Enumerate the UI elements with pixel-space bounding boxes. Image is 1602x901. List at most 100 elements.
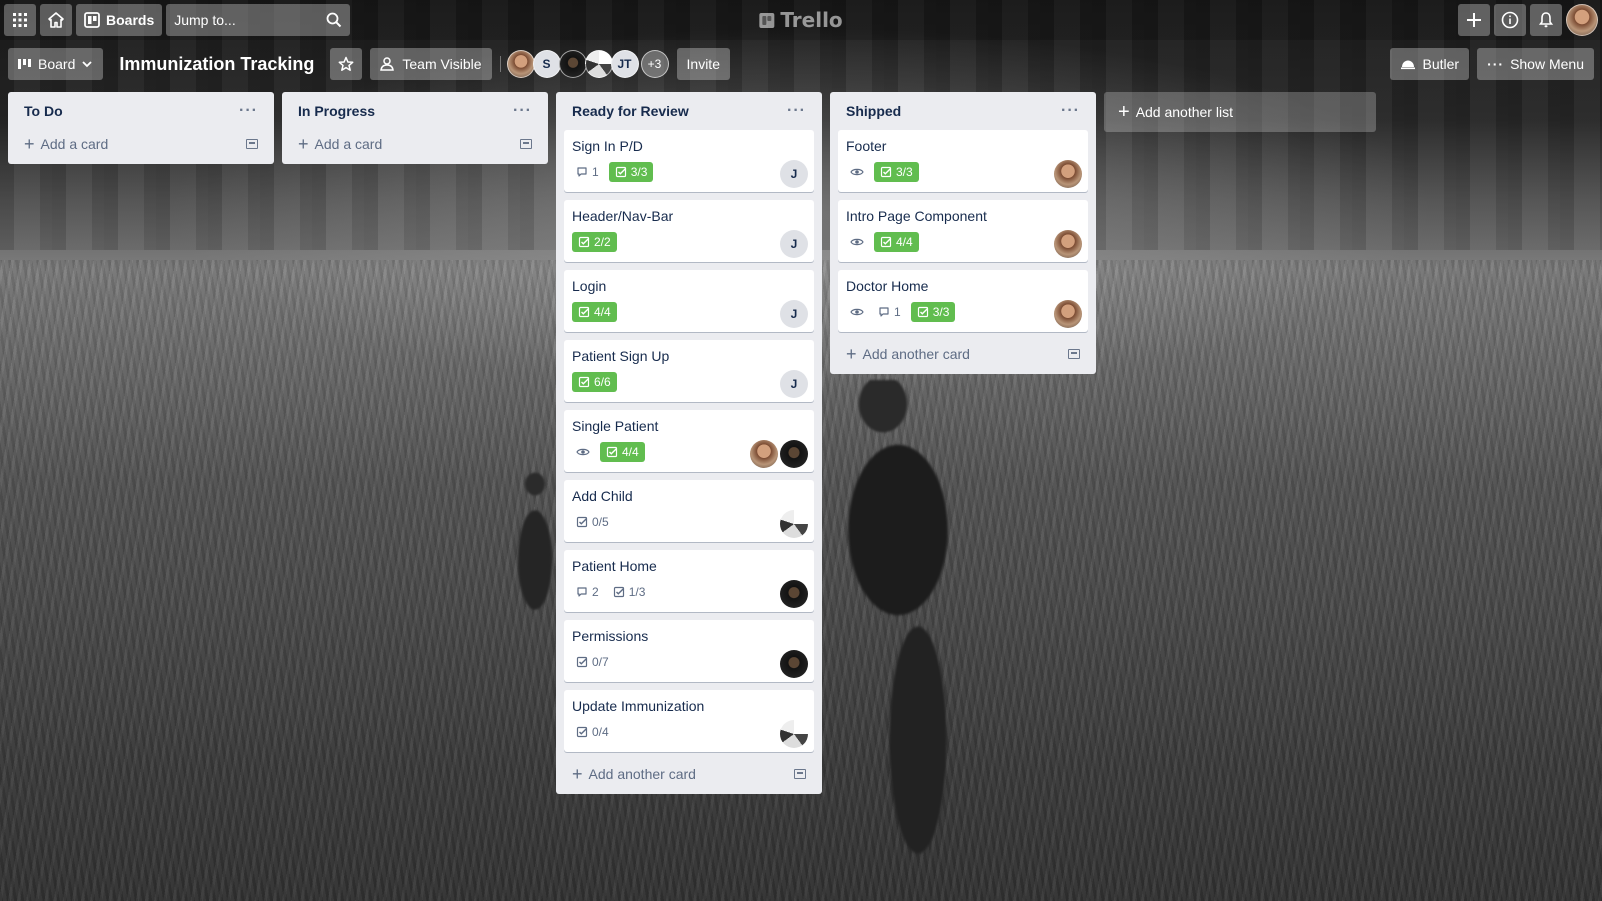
- card-template-icon[interactable]: [246, 139, 258, 149]
- list-header[interactable]: In Progress ···: [290, 92, 540, 130]
- card-badges: 2/2: [572, 230, 806, 254]
- member-avatar[interactable]: [558, 50, 587, 78]
- comments-count: 1: [894, 305, 901, 319]
- list-header[interactable]: Ready for Review ···: [564, 92, 814, 130]
- member-avatar[interactable]: [1054, 230, 1082, 258]
- add-card-button[interactable]: + Add another card: [564, 760, 814, 788]
- plus-icon: +: [1118, 100, 1130, 123]
- boards-button[interactable]: Boards: [76, 4, 163, 36]
- checklist-count: 1/3: [628, 585, 646, 599]
- list-title[interactable]: To Do: [24, 103, 63, 119]
- card[interactable]: Patient Home 2 1/3: [564, 550, 814, 612]
- add-card-label-wrap: + Add a card: [24, 134, 108, 155]
- invite-button[interactable]: Invite: [676, 48, 730, 80]
- card-title: Footer: [846, 138, 887, 154]
- add-card-label: Add another card: [862, 346, 970, 362]
- member-avatar[interactable]: J: [780, 230, 808, 258]
- add-card-label: Add a card: [314, 136, 383, 152]
- notifications-button[interactable]: [1530, 4, 1562, 36]
- card-template-icon[interactable]: [1068, 349, 1080, 359]
- card-badges: 3/3: [846, 160, 1080, 184]
- add-card-button[interactable]: + Add a card: [16, 130, 266, 158]
- star-board-button[interactable]: [330, 48, 363, 80]
- member-avatar[interactable]: S: [532, 50, 561, 78]
- list-menu-icon[interactable]: ···: [787, 102, 806, 120]
- list-title[interactable]: In Progress: [298, 103, 375, 119]
- jump-to-search[interactable]: Jump to...: [166, 4, 351, 36]
- member-avatar[interactable]: J: [780, 160, 808, 188]
- card[interactable]: Patient Sign Up 6/6 J: [564, 340, 814, 402]
- card[interactable]: Permissions 0/7: [564, 620, 814, 682]
- comments-badge: 2: [572, 582, 603, 602]
- member-avatar[interactable]: [750, 440, 778, 468]
- checklist-badge: 0/7: [572, 652, 613, 672]
- card-members: J: [780, 300, 808, 328]
- add-card-label: Add a card: [40, 136, 109, 152]
- checklist-badge: 6/6: [572, 372, 617, 392]
- card-badges: 1 3/3: [846, 300, 1080, 324]
- create-button[interactable]: [1458, 4, 1490, 36]
- add-list-button[interactable]: + Add another list: [1104, 92, 1376, 132]
- card[interactable]: Header/Nav-Bar 2/2 J: [564, 200, 814, 262]
- trello-logo[interactable]: Trello: [759, 8, 843, 32]
- member-avatar[interactable]: [780, 720, 808, 748]
- plus-icon: +: [846, 343, 857, 364]
- member-avatar[interactable]: [1054, 160, 1082, 188]
- list-header[interactable]: Shipped ···: [838, 92, 1088, 130]
- visibility-button[interactable]: Team Visible: [370, 48, 492, 80]
- comment-icon: [577, 587, 587, 597]
- member-avatar[interactable]: [1054, 300, 1082, 328]
- card-template-icon[interactable]: [520, 139, 532, 149]
- member-avatar[interactable]: J: [780, 300, 808, 328]
- more-members-button[interactable]: +3: [640, 50, 669, 78]
- list-menu-icon[interactable]: ···: [513, 102, 532, 120]
- list-title[interactable]: Ready for Review: [572, 103, 689, 119]
- member-avatar[interactable]: JT: [610, 50, 639, 78]
- add-card-label-wrap: + Add another card: [572, 764, 696, 785]
- card[interactable]: Update Immunization 0/4: [564, 690, 814, 752]
- checklist-icon: [917, 306, 928, 318]
- member-avatar[interactable]: [780, 440, 808, 468]
- member-avatar[interactable]: [780, 580, 808, 608]
- checklist-icon: [576, 656, 588, 668]
- add-card-button[interactable]: + Add a card: [290, 130, 540, 158]
- list-title[interactable]: Shipped: [846, 103, 901, 119]
- board-lists: To Do ··· + Add a card In Progress ··· + Add a …: [8, 92, 1376, 794]
- card[interactable]: Login 4/4 J: [564, 270, 814, 332]
- card[interactable]: Single Patient 4/4: [564, 410, 814, 472]
- board-title[interactable]: Immunization Tracking: [111, 54, 326, 75]
- checklist-icon: [576, 516, 588, 528]
- member-avatar[interactable]: J: [780, 370, 808, 398]
- add-card-button[interactable]: + Add another card: [838, 340, 1088, 368]
- member-avatar[interactable]: [780, 510, 808, 538]
- card[interactable]: Footer 3/3: [838, 130, 1088, 192]
- more-members-count: +3: [647, 57, 662, 71]
- butler-button[interactable]: Butler: [1390, 48, 1470, 80]
- member-avatar[interactable]: [780, 650, 808, 678]
- list: In Progress ··· + Add a card: [282, 92, 548, 164]
- card[interactable]: Doctor Home 1 3/3: [838, 270, 1088, 332]
- list-menu-icon[interactable]: ···: [1061, 102, 1080, 120]
- checklist-icon: [578, 376, 590, 388]
- information-button[interactable]: [1494, 4, 1526, 36]
- checklist-icon: [880, 236, 892, 248]
- search-icon: [326, 12, 342, 28]
- show-menu-button[interactable]: ··· Show Menu: [1477, 48, 1594, 80]
- card-badges: 6/6: [572, 370, 806, 394]
- user-avatar[interactable]: [1566, 4, 1598, 36]
- member-avatar[interactable]: [506, 50, 535, 78]
- list-header[interactable]: To Do ···: [16, 92, 266, 130]
- checklist-badge: 1/3: [609, 582, 650, 602]
- home-button[interactable]: [40, 4, 72, 36]
- team-icon: [380, 57, 395, 71]
- card[interactable]: Sign In P/D 1 3/3 J: [564, 130, 814, 192]
- card-title: Header/Nav-Bar: [572, 208, 674, 224]
- list-menu-icon[interactable]: ···: [239, 102, 258, 120]
- card-template-icon[interactable]: [794, 769, 806, 779]
- board-view-switcher[interactable]: Board: [8, 48, 104, 80]
- apps-switcher-button[interactable]: [4, 4, 36, 36]
- checklist-badge: 3/3: [608, 162, 654, 182]
- card[interactable]: Intro Page Component 4/4: [838, 200, 1088, 262]
- member-avatar[interactable]: [584, 50, 613, 78]
- card[interactable]: Add Child 0/5: [564, 480, 814, 542]
